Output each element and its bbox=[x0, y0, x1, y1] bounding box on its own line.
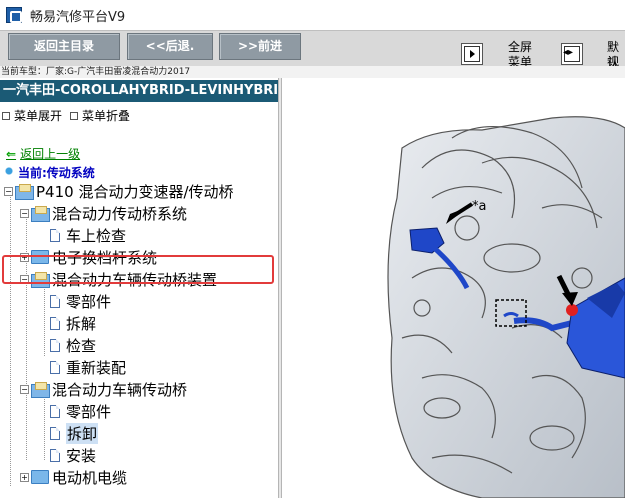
menu-expand-label: 菜单展开 bbox=[14, 109, 63, 123]
collapse-toggle-icon[interactable]: − bbox=[20, 384, 29, 394]
tree-item[interactable]: − P410 混合动力变速器/传动桥 bbox=[4, 180, 234, 202]
toolbar: 返回主目录 <<后退. >>前进 全屏 菜单 默认 视图 bbox=[0, 30, 625, 84]
current-section: 当前:传动系统 bbox=[4, 164, 95, 181]
window-title: 畅易汽修平台V9 bbox=[30, 9, 126, 25]
back-arrow-icon: ⇐ bbox=[6, 146, 17, 161]
open-folder-icon bbox=[31, 206, 50, 222]
back-to-parent-label: 返回上一级 bbox=[20, 147, 81, 161]
tree-item[interactable]: 零部件 bbox=[38, 290, 111, 312]
tree-item[interactable]: 重新装配 bbox=[38, 356, 126, 378]
selected-item-highlight bbox=[2, 255, 274, 284]
tree-item-label: 重新装配 bbox=[66, 358, 127, 377]
open-folder-icon bbox=[31, 382, 50, 398]
tree-item-label: 拆解 bbox=[66, 314, 97, 333]
location-icon bbox=[4, 166, 14, 179]
tree-item[interactable]: 拆解 bbox=[38, 312, 96, 334]
forward-button[interactable]: >>前进 bbox=[219, 33, 301, 60]
back-to-parent-link[interactable]: ⇐ 返回上一级 bbox=[6, 145, 80, 162]
expand-icon bbox=[2, 111, 10, 120]
document-icon bbox=[50, 360, 60, 374]
tree-item[interactable]: − 混合动力车辆传动桥 bbox=[20, 378, 187, 400]
document-icon bbox=[50, 448, 60, 462]
callout-label: *a bbox=[472, 199, 486, 214]
default-view-icon[interactable] bbox=[561, 43, 583, 65]
tree-item-label: 零部件 bbox=[66, 292, 112, 311]
tree-item-label: 车上检查 bbox=[66, 226, 127, 245]
tree-item[interactable]: 安装 bbox=[38, 444, 96, 466]
diagram-panel: *a bbox=[282, 78, 625, 498]
collapse-toggle-icon[interactable]: − bbox=[20, 208, 29, 218]
tree-item-label: 零部件 bbox=[66, 402, 112, 421]
transaxle-diagram: *a bbox=[360, 78, 625, 498]
expand-toggle-icon[interactable]: + bbox=[20, 472, 29, 482]
tree-item-label: 安装 bbox=[66, 446, 97, 465]
app-icon bbox=[6, 7, 22, 23]
car-model-line: 当前车型：厂家:G-广汽丰田雷凌混合动力2017 bbox=[0, 66, 625, 78]
open-folder-icon bbox=[15, 184, 34, 200]
title-bar: 畅易汽修平台V9 bbox=[0, 0, 625, 30]
tree-item-label: 混合动力车辆传动桥 bbox=[52, 380, 188, 399]
document-icon bbox=[50, 338, 60, 352]
tree-item-label: 混合动力传动桥系统 bbox=[52, 204, 188, 223]
menu-collapse-label: 菜单折叠 bbox=[82, 109, 131, 123]
document-icon bbox=[50, 404, 60, 418]
tree-item[interactable]: − 混合动力传动桥系统 bbox=[20, 202, 187, 224]
model-bar: 一汽丰田-COROLLAHYBRID-LEVINHYBRID bbox=[0, 80, 278, 102]
tree-item[interactable]: 零部件 bbox=[38, 400, 111, 422]
back-button[interactable]: <<后退. bbox=[127, 33, 213, 60]
navigation-panel: 一汽丰田-COROLLAHYBRID-LEVINHYBRID 菜单展开 菜单折叠… bbox=[0, 78, 278, 498]
folder-icon bbox=[31, 470, 49, 484]
current-section-label: 当前:传动系统 bbox=[18, 166, 95, 180]
tree-item[interactable]: 检查 bbox=[38, 334, 96, 356]
tree-item-label: 检查 bbox=[66, 336, 97, 355]
document-icon bbox=[50, 228, 60, 242]
collapse-icon bbox=[70, 111, 79, 120]
tree-item-label: 电动机电缆 bbox=[52, 468, 128, 487]
fullscreen-menu-icon[interactable] bbox=[461, 43, 483, 65]
tree-item-label: P410 混合动力变速器/传动桥 bbox=[36, 182, 234, 201]
menu-expand-button[interactable]: 菜单展开 bbox=[2, 107, 62, 124]
menu-ops: 菜单展开 菜单折叠 bbox=[2, 107, 134, 124]
document-icon bbox=[50, 294, 60, 308]
tree-item[interactable]: 拆卸 bbox=[38, 422, 99, 444]
tree-item-label: 拆卸 bbox=[66, 422, 99, 444]
tree-item[interactable]: + 电动机电缆 bbox=[20, 466, 127, 488]
fullscreen-label[interactable]: 全屏 bbox=[508, 40, 532, 55]
collapse-toggle-icon[interactable]: − bbox=[4, 186, 13, 196]
home-button[interactable]: 返回主目录 bbox=[8, 33, 120, 60]
menu-collapse-button[interactable]: 菜单折叠 bbox=[70, 107, 130, 124]
document-icon bbox=[50, 426, 60, 440]
tree-item[interactable]: 车上检查 bbox=[38, 224, 126, 246]
document-icon bbox=[50, 316, 60, 330]
